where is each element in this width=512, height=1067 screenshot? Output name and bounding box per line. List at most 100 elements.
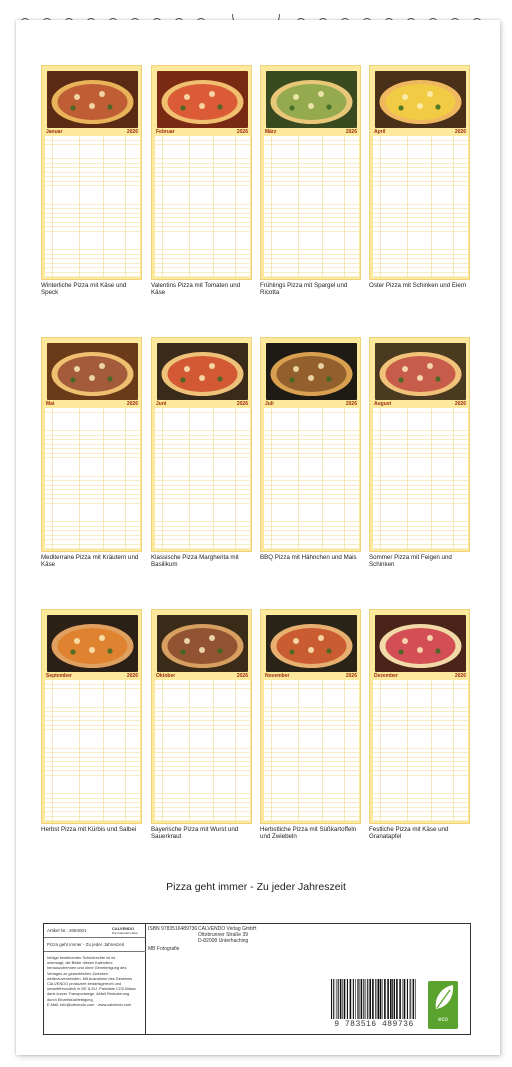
article-row: Artikel Nr.: 2084001 CALVENDO Die Kalend… [44, 924, 146, 938]
day-grid [45, 408, 140, 549]
month-caption: Klassische Pizza Margherita mit Basiliku… [151, 554, 239, 568]
month-year: 2026 [345, 129, 357, 135]
pizza-image [266, 615, 357, 672]
barcode-bar [331, 979, 333, 1019]
barcode-bar [365, 979, 367, 1019]
month-caption: Bayerische Pizza mit Wurst und Sauerkrau… [151, 826, 239, 840]
day-grid [155, 408, 250, 549]
publisher-city: D-82008 Unterhaching [198, 938, 249, 944]
month-name: Dezember [374, 673, 398, 679]
barcode-bar [411, 979, 413, 1019]
month-header: Dezember 2026 [373, 673, 468, 679]
day-grid [373, 136, 468, 277]
product-line: Pizza geht immer - Zu jeder Jahreszeit [47, 942, 125, 947]
logo-subtext: Die Kalendermarke [112, 931, 138, 935]
pizza-image [47, 71, 138, 128]
day-grid [155, 136, 250, 277]
barcode-bar [413, 979, 415, 1019]
pizza-image [157, 615, 248, 672]
pizza-image [375, 71, 466, 128]
barcode-bar [406, 979, 408, 1019]
barcode-bar [409, 979, 411, 1019]
pizza-photo [47, 343, 138, 400]
barcode-bar [337, 979, 339, 1019]
pizza-photo [375, 343, 466, 400]
eco-badge: eco [428, 981, 458, 1029]
day-grid [373, 680, 468, 821]
month-page: Dezember 2026 [369, 609, 470, 824]
legal-notice: Infolge bestehender Schutzrechte ist es … [47, 955, 136, 1007]
publisher-logo: CALVENDO Die Kalendermarke [112, 926, 138, 935]
month-name: Februar [156, 129, 175, 135]
pizza-photo [266, 615, 357, 672]
barcode-bar [360, 979, 363, 1019]
month-caption: Valentins Pizza mit Tomaten und Käse [151, 282, 241, 296]
month-caption: Sommer Pizza mit Feigen und Schinken [369, 554, 452, 568]
month-header: Juni 2026 [155, 401, 250, 407]
barcode-bar [357, 979, 358, 1019]
pizza-photo [375, 615, 466, 672]
month-header: Februar 2026 [155, 129, 250, 135]
month-header: Juli 2026 [264, 401, 359, 407]
barcode-bar [335, 979, 337, 1019]
calendar-title: Pizza geht immer - Zu jeder Jahreszeit [166, 881, 346, 893]
month-name: April [374, 129, 386, 135]
barcode-bars [331, 979, 416, 1019]
month-page: Juni 2026 [151, 337, 252, 552]
barcode-bar [415, 979, 416, 1019]
month-caption: Oster Pizza mit Schinken und Eiern [369, 282, 467, 289]
month-name: Oktober [156, 673, 176, 679]
month-caption: BBQ Pizza mit Hähnchen und Mais [260, 554, 357, 561]
barcode-bar [403, 979, 406, 1019]
month-header: August 2026 [373, 401, 468, 407]
day-grid [264, 680, 359, 821]
pizza-photo [266, 71, 357, 128]
day-grid [45, 136, 140, 277]
pizza-photo [157, 71, 248, 128]
day-grid [155, 680, 250, 821]
month-year: 2026 [126, 129, 138, 135]
month-page: April 2026 [369, 65, 470, 280]
month-year: 2026 [454, 129, 466, 135]
pizza-photo [47, 615, 138, 672]
month-header: November 2026 [264, 673, 359, 679]
month-name: Juni [156, 401, 167, 407]
month-page: Juli 2026 [260, 337, 361, 552]
product-row: Pizza geht immer - Zu jeder Jahreszeit [44, 938, 146, 952]
legal-line: dank kurzer Transportwege. Abfall-Reduzi… [47, 991, 130, 997]
pizza-image [47, 343, 138, 400]
pizza-image [157, 343, 248, 400]
month-name: März [265, 129, 277, 135]
barcode-bar [396, 979, 398, 1019]
isbn-column: ISBN 9783516489736 MB Fotografie [148, 926, 197, 952]
info-left-column: Artikel Nr.: 2084001 CALVENDO Die Kalend… [44, 924, 146, 1034]
barcode-bar [381, 979, 383, 1019]
barcode-bar [393, 979, 395, 1019]
pizza-photo [157, 343, 248, 400]
month-page: November 2026 [260, 609, 361, 824]
month-caption: Winterliche Pizza mit Käse und Speck [41, 282, 127, 296]
month-page: Oktober 2026 [151, 609, 252, 824]
pizza-image [375, 343, 466, 400]
barcode-bar [402, 979, 404, 1019]
day-grid [373, 408, 468, 549]
pizza-image [266, 343, 357, 400]
month-header: Mai 2026 [45, 401, 140, 407]
product-info-panel: Artikel Nr.: 2084001 CALVENDO Die Kalend… [43, 923, 471, 1035]
month-caption: Mediterrane Pizza mit Kräutern und Käse [41, 554, 139, 568]
leaf-icon [435, 985, 454, 1009]
publisher-address: CALVENDO Verlag GmbH Ottobrunner Straße … [198, 926, 257, 944]
barcode-bar [399, 979, 401, 1019]
eco-label: eco [438, 1017, 448, 1023]
month-year: 2026 [236, 129, 248, 135]
pizza-image [266, 71, 357, 128]
month-year: 2026 [236, 673, 248, 679]
barcode-bar [339, 979, 342, 1019]
month-page: August 2026 [369, 337, 470, 552]
month-page: März 2026 [260, 65, 361, 280]
month-header: März 2026 [264, 129, 359, 135]
barcode-bar [367, 979, 369, 1019]
barcode-bar [342, 979, 343, 1019]
month-page: Februar 2026 [151, 65, 252, 280]
month-year: 2026 [454, 401, 466, 407]
